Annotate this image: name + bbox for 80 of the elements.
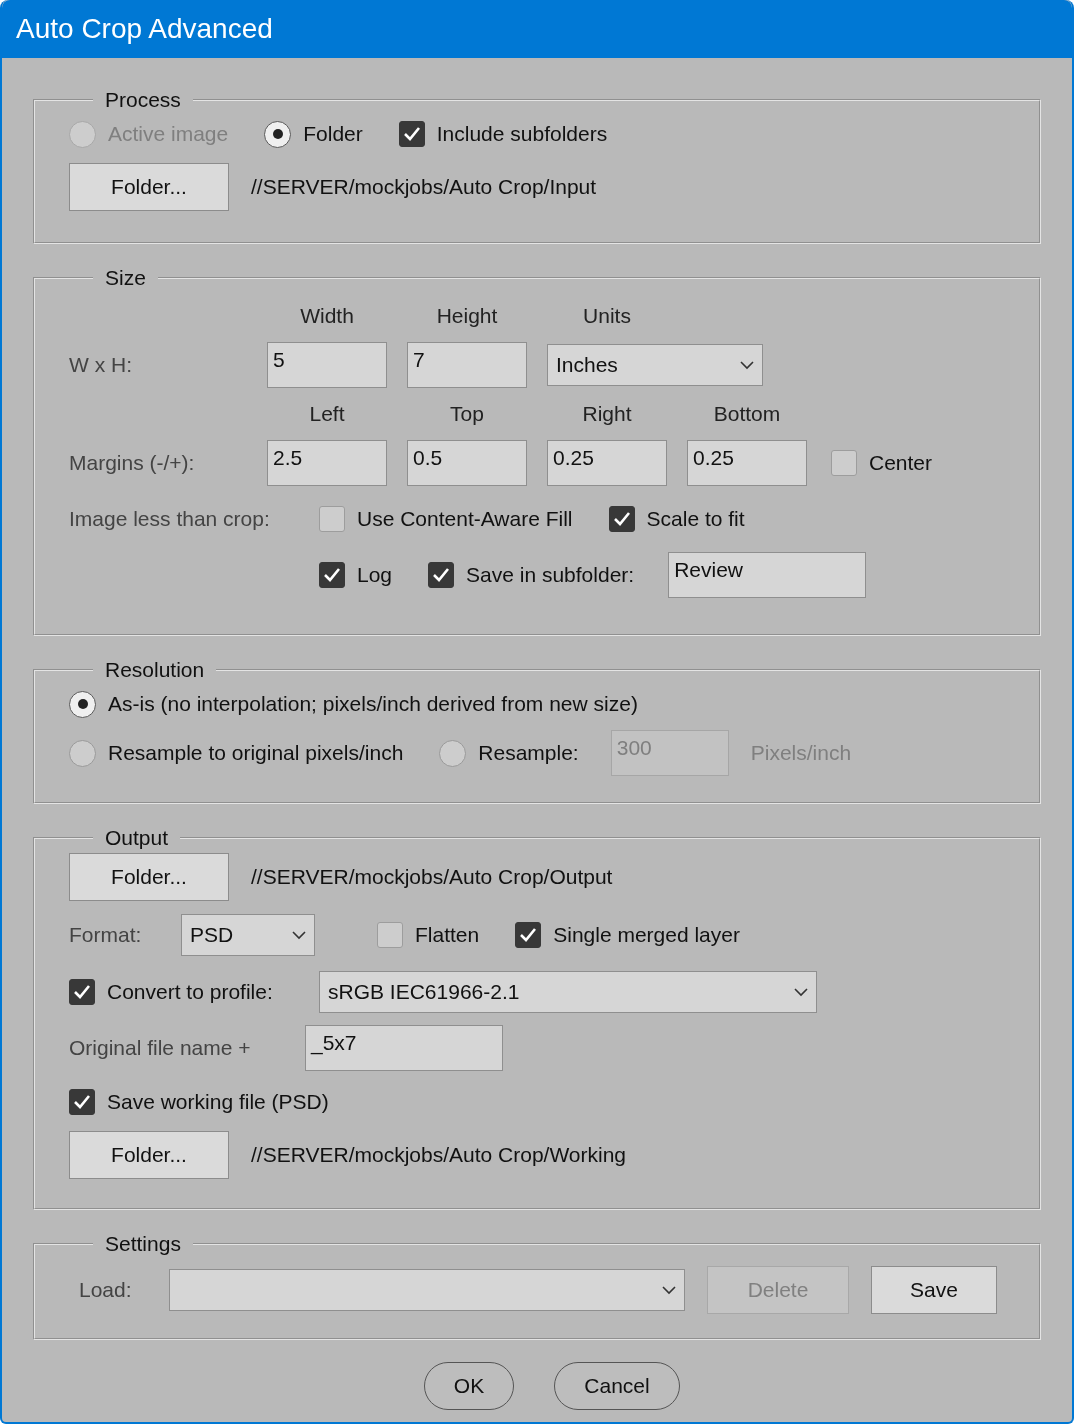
group-title: Output — [104, 826, 170, 850]
folder-path: //SERVER/mockjobs/Auto Crop/Output — [251, 865, 613, 889]
field-label: Load: — [79, 1278, 133, 1302]
column-header: Width — [299, 303, 355, 329]
check-icon — [73, 1094, 91, 1110]
radio-label: As-is (no interpolation; pixels/inch derived from new size) — [108, 692, 638, 716]
field-label: Original file name + — [69, 1036, 252, 1060]
height-field[interactable]: 7 — [407, 342, 527, 388]
radio-button[interactable] — [264, 120, 292, 148]
column-header: Units — [582, 303, 632, 329]
format-dropdown[interactable]: PSD — [181, 914, 315, 956]
chevron-down-icon — [662, 1285, 676, 1295]
column-header: Left — [308, 401, 346, 427]
field-label: Margins (-/+): — [69, 451, 196, 475]
checkbox-label: Include subfolders — [436, 122, 608, 146]
radio-label: Active image — [108, 122, 229, 146]
folder-path: //SERVER/mockjobs/Auto Crop/Working — [251, 1143, 627, 1167]
save-button[interactable]: Save — [871, 1266, 997, 1314]
field-label: W x H: — [69, 353, 133, 377]
column-header: Right — [581, 401, 633, 427]
ok-button[interactable]: OK — [424, 1362, 514, 1410]
chevron-down-icon — [740, 360, 754, 370]
checkbox[interactable] — [831, 450, 857, 476]
checkbox-label: Save working file (PSD) — [107, 1090, 329, 1114]
field-label: Image less than crop: — [69, 507, 271, 531]
checkbox-label: Convert to profile: — [107, 980, 273, 1004]
radio-button[interactable] — [69, 690, 96, 718]
folder-button[interactable]: Folder... — [69, 163, 229, 211]
check-icon — [323, 567, 341, 583]
margin-field[interactable]: 0.25 — [687, 440, 807, 486]
suffix-field[interactable]: _5x7 — [305, 1025, 503, 1071]
column-header: Top — [449, 401, 485, 427]
check-icon — [73, 984, 91, 1000]
group-title: Settings — [104, 1232, 182, 1256]
checkbox-label: Use Content-Aware Fill — [357, 507, 573, 531]
field-label: Format: — [69, 923, 143, 947]
checkbox-label: Flatten — [415, 923, 480, 947]
chevron-down-icon — [292, 930, 306, 940]
group-title: Process — [104, 88, 182, 112]
checkbox[interactable] — [319, 562, 345, 588]
group-title: Resolution — [104, 658, 206, 682]
checkbox[interactable] — [69, 979, 95, 1005]
radio-label: Resample: — [478, 741, 579, 765]
margin-field[interactable]: 0.5 — [407, 440, 527, 486]
folder-button[interactable]: Folder... — [69, 1131, 229, 1179]
radio-button[interactable] — [439, 739, 467, 767]
check-icon — [402, 126, 421, 142]
group-title: Size — [104, 266, 147, 290]
checkbox[interactable] — [319, 506, 345, 532]
check-icon — [432, 567, 451, 583]
checkbox[interactable] — [608, 506, 635, 532]
checkbox[interactable] — [398, 121, 425, 147]
radio-label: Resample to original pixels/inch — [108, 741, 404, 765]
profile-dropdown[interactable]: sRGB IEC61966-2.1 — [319, 971, 817, 1013]
units-dropdown[interactable]: Inches — [547, 344, 763, 386]
column-header: Bottom — [712, 401, 782, 427]
subfolder-field[interactable]: Review — [668, 552, 867, 598]
checkbox[interactable] — [69, 1089, 95, 1115]
checkbox-label: Scale to fit — [646, 507, 745, 531]
margin-field[interactable]: 0.25 — [547, 440, 667, 486]
check-icon — [519, 927, 538, 943]
unit-label: Pixels/inch — [750, 741, 852, 765]
checkbox-label: Save in subfolder: — [466, 563, 635, 587]
checkbox-label: Single merged layer — [553, 923, 740, 947]
folder-button[interactable]: Folder... — [69, 853, 229, 901]
checkbox[interactable] — [377, 922, 403, 948]
column-header: Height — [435, 303, 499, 329]
check-icon — [612, 511, 631, 527]
checkbox[interactable] — [515, 922, 542, 948]
width-field[interactable]: 5 — [267, 342, 387, 388]
window-title: Auto Crop Advanced — [2, 0, 1072, 58]
cancel-button[interactable]: Cancel — [554, 1362, 680, 1410]
chevron-down-icon — [794, 987, 808, 997]
checkbox-label: Log — [357, 563, 393, 587]
folder-path: //SERVER/mockjobs/Auto Crop/Input — [251, 175, 597, 199]
checkbox[interactable] — [428, 562, 455, 588]
radio-label: Folder — [303, 122, 363, 146]
margin-field[interactable]: 2.5 — [267, 440, 387, 486]
radio-button[interactable] — [69, 739, 96, 767]
checkbox-label: Center — [869, 451, 933, 475]
